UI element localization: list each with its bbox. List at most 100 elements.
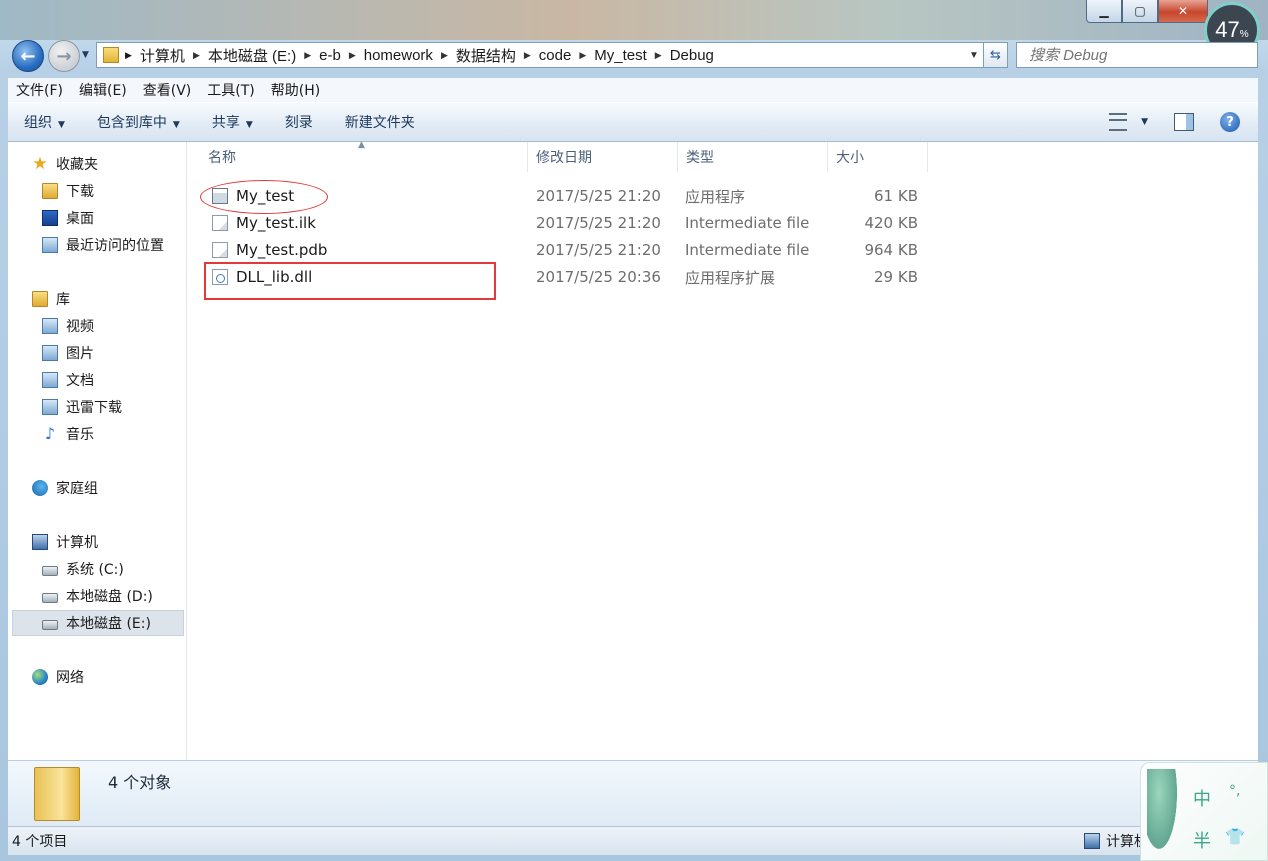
menu-tools[interactable]: 工具(T): [199, 80, 262, 100]
back-button[interactable]: ←: [12, 40, 44, 72]
sidebar-item-favorites[interactable]: ★ 收藏夹: [32, 152, 98, 176]
sidebar-item-libraries[interactable]: 库: [32, 287, 70, 311]
file-type: 应用程序: [685, 187, 746, 206]
column-header-modified[interactable]: 修改日期: [528, 142, 678, 172]
refresh-button[interactable]: ⇆: [984, 42, 1008, 68]
menu-help[interactable]: 帮助(H): [263, 80, 328, 100]
file-size: 964 KB: [864, 241, 918, 259]
maximize-button[interactable]: ▢: [1122, 0, 1158, 23]
sidebar-item-label: 网络: [56, 670, 84, 686]
command-bar: 组织 ▼ 包含到库中 ▼ 共享 ▼ 刻录 新建文件夹 ▼ ?: [8, 102, 1258, 142]
column-header-size[interactable]: 大小: [828, 142, 928, 172]
close-button[interactable]: ✕: [1158, 0, 1208, 23]
sidebar-item-documents[interactable]: 文档: [42, 368, 94, 392]
file-size: 420 KB: [864, 214, 918, 232]
ime-punctuation[interactable]: °,: [1229, 783, 1240, 799]
new-folder-button[interactable]: 新建文件夹: [329, 112, 431, 132]
sidebar-item-label: 音乐: [66, 427, 94, 443]
breadcrumb-code[interactable]: code: [539, 47, 572, 64]
chevron-right-icon[interactable]: ▶: [441, 50, 448, 61]
file-modified: 2017/5/25 21:20: [536, 187, 661, 205]
share-button[interactable]: 共享 ▼: [196, 112, 269, 132]
preview-pane-icon[interactable]: [1174, 113, 1194, 131]
ime-mode-chinese[interactable]: 中: [1193, 785, 1211, 811]
file-type: 应用程序扩展: [685, 268, 776, 287]
help-icon[interactable]: ?: [1220, 112, 1240, 132]
navigation-pane[interactable]: ★ 收藏夹 下载 桌面 最近访问的位置 库 视频 图片 文档 迅雷下载 ♪ 音乐 家…: [8, 142, 187, 760]
details-pane: 4 个对象: [8, 760, 1258, 827]
menu-view[interactable]: 查看(V): [135, 80, 200, 100]
sidebar-item-drive-d[interactable]: 本地磁盘 (D:): [42, 584, 153, 608]
sidebar-item-desktop[interactable]: 桌面: [42, 206, 94, 230]
sidebar-item-pictures[interactable]: 图片: [42, 341, 94, 365]
breadcrumb-e-b[interactable]: e-b: [319, 47, 341, 64]
arrow-left-icon: ←: [20, 45, 36, 67]
explorer-window: ▁ ▢ ✕ 47% ← → ▼ ▶ 计算机 ▶ 本地磁盘 (E:) ▶ e-b ▶ h…: [0, 0, 1268, 861]
breadcrumb-data-structures[interactable]: 数据结构: [456, 45, 516, 66]
file-modified: 2017/5/25 21:20: [536, 214, 661, 232]
sidebar-item-videos[interactable]: 视频: [42, 314, 94, 338]
search-box[interactable]: [1016, 42, 1258, 68]
breadcrumb-computer[interactable]: 计算机: [140, 45, 185, 66]
sidebar-item-computer[interactable]: 计算机: [32, 530, 98, 554]
file-modified: 2017/5/25 20:36: [536, 268, 661, 286]
video-library-icon: [42, 318, 58, 334]
change-view-button[interactable]: ▼: [1109, 113, 1148, 131]
sidebar-item-label: 桌面: [66, 211, 94, 227]
file-list[interactable]: 名称 ▲ 修改日期 类型 大小 My_test 2017/5/25 21:20 应…: [188, 140, 1258, 760]
sidebar-item-xunlei[interactable]: 迅雷下载: [42, 395, 122, 419]
burn-button[interactable]: 刻录: [269, 112, 329, 132]
drive-icon: [42, 593, 58, 603]
chevron-right-icon[interactable]: ▶: [193, 50, 200, 61]
breadcrumb: 计算机 ▶ 本地磁盘 (E:) ▶ e-b ▶ homework ▶ 数据结构 ▶ cod…: [140, 45, 714, 66]
breadcrumb-drive-e[interactable]: 本地磁盘 (E:): [208, 45, 296, 66]
address-dropdown-icon[interactable]: ▼: [965, 50, 983, 61]
sidebar-item-network[interactable]: 网络: [32, 665, 84, 689]
sidebar-item-label: 视频: [66, 319, 94, 335]
organize-button[interactable]: 组织 ▼: [8, 112, 81, 132]
breadcrumb-debug[interactable]: Debug: [670, 47, 714, 64]
sidebar-item-label: 图片: [66, 346, 94, 362]
ime-skin-icon[interactable]: 👕: [1225, 827, 1245, 846]
window-controls: ▁ ▢ ✕: [1086, 0, 1208, 23]
menu-file[interactable]: 文件(F): [8, 80, 71, 100]
minimize-button[interactable]: ▁: [1086, 0, 1122, 23]
chevron-right-icon[interactable]: ▶: [524, 50, 531, 61]
chevron-right-icon[interactable]: ▶: [655, 50, 662, 61]
chevron-right-icon[interactable]: ▶: [579, 50, 586, 61]
forward-button[interactable]: →: [48, 40, 80, 72]
ime-half-width[interactable]: 半: [1193, 827, 1211, 853]
item-count-text: 4 个对象: [108, 773, 172, 792]
sidebar-item-drive-e[interactable]: 本地磁盘 (E:): [42, 611, 151, 635]
chevron-right-icon[interactable]: ▶: [304, 50, 311, 61]
column-header-name[interactable]: 名称 ▲: [188, 140, 528, 172]
download-library-icon: [42, 399, 58, 415]
system-drive-icon: [42, 566, 58, 576]
sidebar-item-label: 迅雷下载: [66, 400, 122, 416]
sidebar-item-recent[interactable]: 最近访问的位置: [42, 233, 164, 257]
column-header-label: 名称: [208, 150, 236, 166]
file-name: My_test.pdb: [236, 241, 328, 259]
sidebar-item-downloads[interactable]: 下载: [42, 179, 94, 203]
column-header-type[interactable]: 类型: [678, 142, 828, 172]
table-row[interactable]: My_test.ilk 2017/5/25 21:20 Intermediate…: [188, 210, 928, 236]
file-modified: 2017/5/25 21:20: [536, 241, 661, 259]
include-library-button[interactable]: 包含到库中 ▼: [81, 112, 196, 132]
chevron-right-icon[interactable]: ▶: [349, 50, 356, 61]
menu-edit[interactable]: 编辑(E): [71, 80, 135, 100]
sidebar-item-label: 库: [56, 292, 70, 308]
breadcrumb-my-test[interactable]: My_test: [594, 47, 647, 64]
history-dropdown[interactable]: ▼: [82, 50, 89, 60]
chevron-right-icon[interactable]: ▶: [125, 50, 132, 61]
sidebar-item-music[interactable]: ♪ 音乐: [42, 422, 94, 446]
breadcrumb-homework[interactable]: homework: [364, 47, 433, 64]
address-bar[interactable]: ▶ 计算机 ▶ 本地磁盘 (E:) ▶ e-b ▶ homework ▶ 数据结构 ▶ c…: [96, 42, 984, 68]
file-type: Intermediate file: [685, 241, 810, 259]
sidebar-item-drive-c[interactable]: 系统 (C:): [42, 557, 124, 581]
download-folder-icon: [42, 183, 58, 199]
status-item-count: 4 个项目: [12, 834, 68, 850]
ime-toolbar[interactable]: 中 °, 半 👕: [1140, 762, 1268, 861]
search-input[interactable]: [1027, 45, 1257, 65]
sidebar-item-homegroup[interactable]: 家庭组: [32, 476, 98, 500]
table-row[interactable]: My_test.pdb 2017/5/25 21:20 Intermediate…: [188, 237, 928, 263]
